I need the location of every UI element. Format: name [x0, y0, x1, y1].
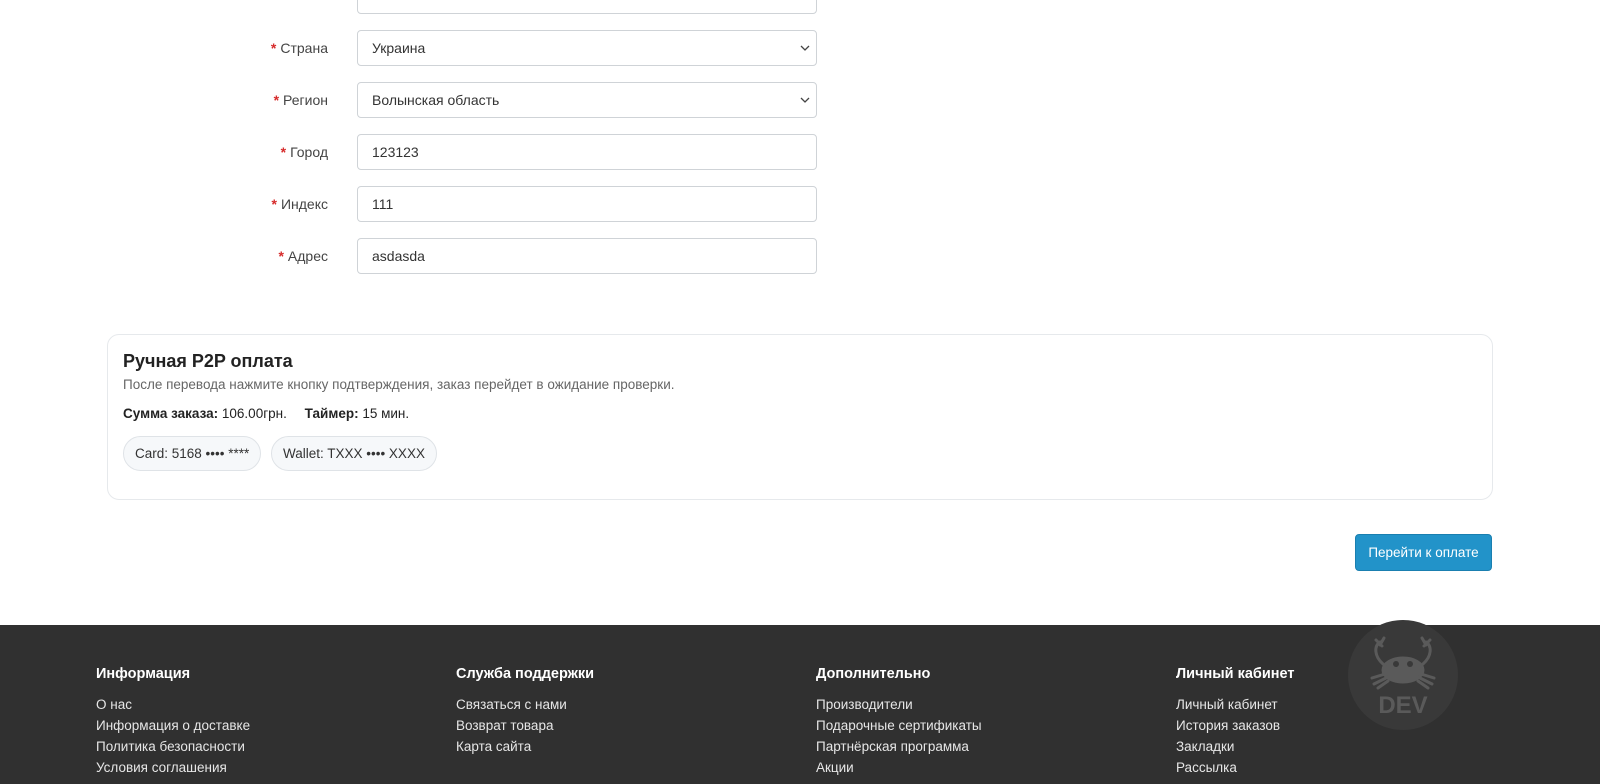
required-mark: * [271, 196, 277, 212]
footer-link[interactable]: История заказов [1176, 715, 1295, 736]
footer-link[interactable]: Акции [816, 757, 982, 778]
form-row-address: * Адрес asdasda [0, 238, 1600, 274]
form-row-country: * Страна Украина [0, 30, 1600, 66]
region-label-text: Регион [283, 92, 328, 108]
chevron-down-icon [798, 31, 812, 65]
footer-link[interactable]: Информация о доставке [96, 715, 250, 736]
footer-link[interactable]: Подарочные сертификаты [816, 715, 982, 736]
footer-column-account: Личный кабинет Личный кабинет История за… [1176, 666, 1295, 778]
footer-column-information: Информация О нас Информация о доставке П… [96, 666, 250, 778]
required-mark: * [270, 40, 277, 56]
country-label: * Страна [271, 30, 328, 66]
footer-link[interactable]: Политика безопасности [96, 736, 250, 757]
previous-field-input[interactable] [357, 0, 817, 14]
chevron-down-icon [798, 83, 812, 117]
footer-link[interactable]: Производители [816, 694, 982, 715]
wallet-pill[interactable]: Wallet: TXXX •••• XXXX [271, 436, 437, 471]
required-mark: * [273, 92, 280, 108]
dev-badge-text: DEV [1378, 692, 1427, 719]
region-select-value: Волынская область [372, 92, 500, 108]
form-row-city: * Город 123123 [0, 134, 1600, 170]
footer-heading: Дополнительно [816, 666, 931, 682]
dev-badge: DEV [1348, 620, 1458, 730]
order-sum-value: 106.00грн. [221, 406, 287, 421]
timer-value: 15 мин. [362, 406, 410, 421]
footer-link[interactable]: Закладки [1176, 736, 1295, 757]
footer-link[interactable]: Рассылка [1176, 757, 1295, 778]
footer-link[interactable]: Партнёрская программа [816, 736, 982, 757]
p2p-title: Ручная P2P оплата [123, 351, 293, 371]
order-sum-label: Сумма заказа: [123, 406, 219, 421]
footer-link[interactable]: Личный кабинет [1176, 694, 1295, 715]
postcode-label: * Индекс [272, 186, 328, 222]
footer-column-extras: Дополнительно Производители Подарочные с… [816, 666, 982, 778]
p2p-order-info: Сумма заказа: 106.00грн. Таймер: 15 мин. [123, 406, 409, 421]
crab-icon: DEV [1370, 636, 1436, 719]
form-row-postcode: * Индекс 111 [0, 186, 1600, 222]
postcode-input[interactable]: 111 [357, 186, 817, 222]
footer-heading: Служба поддержки [456, 666, 595, 682]
city-label-text: Город [290, 144, 328, 160]
city-input[interactable]: 123123 [357, 134, 817, 170]
go-to-payment-button[interactable]: Перейти к оплате [1355, 534, 1492, 571]
postcode-label-text: Индекс [280, 196, 328, 212]
footer-column-support: Служба поддержки Связаться с нами Возвра… [456, 666, 594, 757]
required-mark: * [278, 248, 284, 264]
city-label: * Город [281, 134, 328, 170]
region-select[interactable]: Волынская область [357, 82, 817, 118]
card-pill[interactable]: Card: 5168 •••• **** [123, 436, 262, 471]
footer-heading: Личный кабинет [1176, 666, 1295, 682]
required-mark: * [280, 144, 287, 160]
footer-link[interactable]: О нас [96, 694, 250, 715]
form-row-previous [0, 0, 1600, 14]
country-select[interactable]: Украина [357, 30, 817, 66]
p2p-payment-card: Ручная P2P оплата После перевода нажмите… [107, 334, 1493, 500]
region-label: * Регион [274, 82, 328, 118]
footer-link[interactable]: Условия соглашения [96, 757, 250, 778]
form-row-region: * Регион Волынская область [0, 82, 1600, 118]
p2p-description: После перевода нажмите кнопку подтвержде… [123, 377, 675, 392]
footer-heading: Информация [96, 666, 191, 682]
country-label-text: Страна [280, 40, 328, 56]
timer-label: Таймер: [304, 406, 359, 421]
footer-link[interactable]: Карта сайта [456, 736, 594, 757]
country-select-value: Украина [372, 40, 426, 56]
footer-link[interactable]: Возврат товара [456, 715, 594, 736]
address-label-text: Адрес [287, 248, 328, 264]
address-label: * Адрес [278, 238, 328, 274]
address-input[interactable]: asdasda [357, 238, 817, 274]
footer-link[interactable]: Связаться с нами [456, 694, 594, 715]
